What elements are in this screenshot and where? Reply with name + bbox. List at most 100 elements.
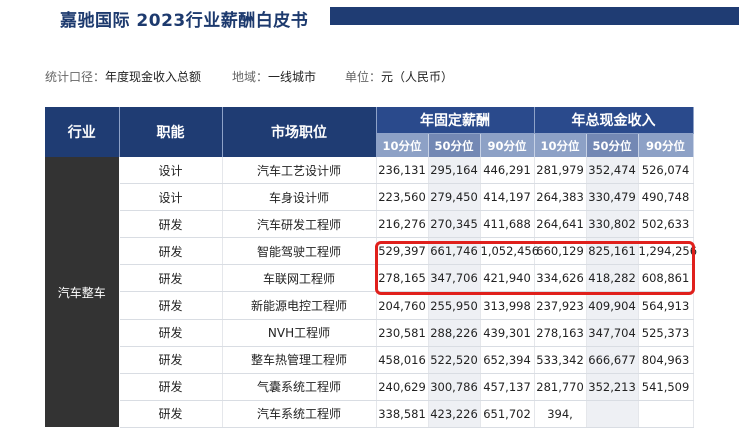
salary-value-cell: 666,677	[586, 346, 639, 374]
salary-value-cell: 533,342	[534, 346, 587, 374]
highlight-box	[375, 241, 695, 295]
salary-value-cell: 223,560	[376, 183, 429, 212]
page-title: 嘉驰国际 2023行业薪酬白皮书	[60, 11, 309, 31]
function-cell: 设计	[119, 183, 223, 212]
table-row: 研发 整车热管理工程师 458,016 522,520 652,394 533,342 66…	[45, 346, 694, 374]
salary-value-cell: 279,450	[428, 183, 481, 212]
position-cell: 汽车工艺设计师	[222, 157, 377, 185]
salary-value-cell: 264,641	[534, 210, 587, 239]
salary-value-cell: 439,301	[480, 319, 535, 347]
salary-value-cell: 541,509	[638, 373, 694, 401]
salary-value-cell: 230,581	[376, 319, 429, 347]
table-row: 研发 汽车系统工程师 338,581 423,226 651,702 394,	[45, 400, 694, 428]
table-row: 设计 车身设计师 223,560 279,450 414,197 264,383 330,4…	[45, 183, 694, 212]
salary-value-cell: 352,213	[586, 373, 639, 401]
salary-value-cell: 446,291	[480, 157, 535, 185]
region: 地域：一线城市	[232, 68, 316, 85]
salary-value-cell: 236,131	[376, 157, 429, 185]
function-cell: 研发	[119, 346, 223, 374]
salary-value-cell	[638, 400, 694, 428]
header-position: 市场职位	[222, 107, 377, 157]
header-percentile: 50分位	[586, 133, 639, 157]
salary-value-cell: 216,276	[376, 210, 429, 239]
table-row: 研发 气囊系统工程师 240,629 300,786 457,137 281,770 352…	[45, 373, 694, 401]
region-value: 一线城市	[268, 70, 317, 84]
salary-value-cell: 526,074	[638, 157, 694, 185]
salary-value-cell	[586, 400, 639, 428]
position-cell: 新能源电控工程师	[222, 291, 377, 320]
salary-value-cell: 525,373	[638, 319, 694, 347]
salary-value-cell: 458,016	[376, 346, 429, 374]
header-percentile: 90分位	[638, 133, 694, 157]
salary-value-cell: 411,688	[480, 210, 535, 239]
function-cell: 研发	[119, 264, 223, 293]
position-cell: 车联网工程师	[222, 264, 377, 293]
salary-value-cell: 457,137	[480, 373, 535, 401]
header-percentile: 90分位	[480, 133, 535, 157]
table-row: 汽车整车 设计 汽车工艺设计师 236,131 295,164 446,291 281,97…	[45, 157, 694, 428]
salary-value-cell: 330,802	[586, 210, 639, 239]
position-cell: NVH工程师	[222, 319, 377, 347]
stat-basis: 统计口径：年度现金收入总额	[45, 68, 201, 85]
salary-value-cell: 522,520	[428, 346, 481, 374]
salary-value-cell: 502,633	[638, 210, 694, 239]
function-cell: 研发	[119, 400, 223, 428]
salary-value-cell: 651,702	[480, 400, 535, 428]
header-percentile: 10分位	[376, 133, 429, 157]
function-cell: 研发	[119, 237, 223, 266]
header-total-cash: 年总现金收入	[534, 107, 694, 134]
position-cell: 汽车研发工程师	[222, 210, 377, 239]
table-row: 研发 NVH工程师 230,581 288,226 439,301 278,163 347,…	[45, 319, 694, 347]
salary-value-cell: 414,197	[480, 183, 535, 212]
header-percentile: 50分位	[428, 133, 481, 157]
region-label: 地域：	[232, 70, 269, 84]
unit-label: 单位：	[345, 70, 382, 84]
salary-value-cell: 255,950	[428, 291, 481, 320]
stat-basis-label: 统计口径：	[45, 70, 106, 84]
salary-value-cell: 281,770	[534, 373, 587, 401]
salary-value-cell: 338,581	[376, 400, 429, 428]
position-cell: 车身设计师	[222, 183, 377, 212]
salary-value-cell: 270,345	[428, 210, 481, 239]
stat-basis-value: 年度现金收入总额	[105, 70, 202, 84]
table-row: 研发 汽车研发工程师 216,276 270,345 411,688 264,641 330…	[45, 210, 694, 239]
salary-value-cell: 288,226	[428, 319, 481, 347]
position-cell: 智能驾驶工程师	[222, 237, 377, 266]
position-cell: 气囊系统工程师	[222, 373, 377, 401]
salary-value-cell: 652,394	[480, 346, 535, 374]
salary-value-cell: 409,904	[586, 291, 639, 320]
salary-value-cell: 330,479	[586, 183, 639, 212]
position-cell: 整车热管理工程师	[222, 346, 377, 374]
header-industry: 行业	[45, 107, 120, 157]
salary-value-cell: 347,704	[586, 319, 639, 347]
unit-value: 元（人民币）	[381, 70, 454, 84]
salary-value-cell: 204,760	[376, 291, 429, 320]
industry-cell: 汽车整车	[45, 157, 120, 428]
salary-value-cell: 564,913	[638, 291, 694, 320]
table-row: 研发 新能源电控工程师 204,760 255,950 313,998 237,923 40…	[45, 291, 694, 320]
salary-value-cell: 352,474	[586, 157, 639, 185]
salary-value-cell: 804,963	[638, 346, 694, 374]
header-function: 职能	[119, 107, 223, 157]
title-decor-bar	[330, 7, 739, 25]
function-cell: 研发	[119, 319, 223, 347]
function-cell: 研发	[119, 291, 223, 320]
salary-value-cell: 423,226	[428, 400, 481, 428]
salary-value-cell: 490,748	[638, 183, 694, 212]
salary-value-cell: 240,629	[376, 373, 429, 401]
header-percentile: 10分位	[534, 133, 587, 157]
function-cell: 设计	[119, 157, 223, 185]
header-fixed-pay: 年固定薪酬	[376, 107, 535, 134]
salary-value-cell: 237,923	[534, 291, 587, 320]
salary-value-cell: 313,998	[480, 291, 535, 320]
function-cell: 研发	[119, 210, 223, 239]
salary-value-cell: 394,	[534, 400, 587, 428]
salary-value-cell: 300,786	[428, 373, 481, 401]
unit: 单位：元（人民币）	[345, 68, 453, 85]
salary-value-cell: 295,164	[428, 157, 481, 185]
function-cell: 研发	[119, 373, 223, 401]
salary-value-cell: 278,163	[534, 319, 587, 347]
salary-value-cell: 281,979	[534, 157, 587, 185]
position-cell: 汽车系统工程师	[222, 400, 377, 428]
salary-value-cell: 264,383	[534, 183, 587, 212]
